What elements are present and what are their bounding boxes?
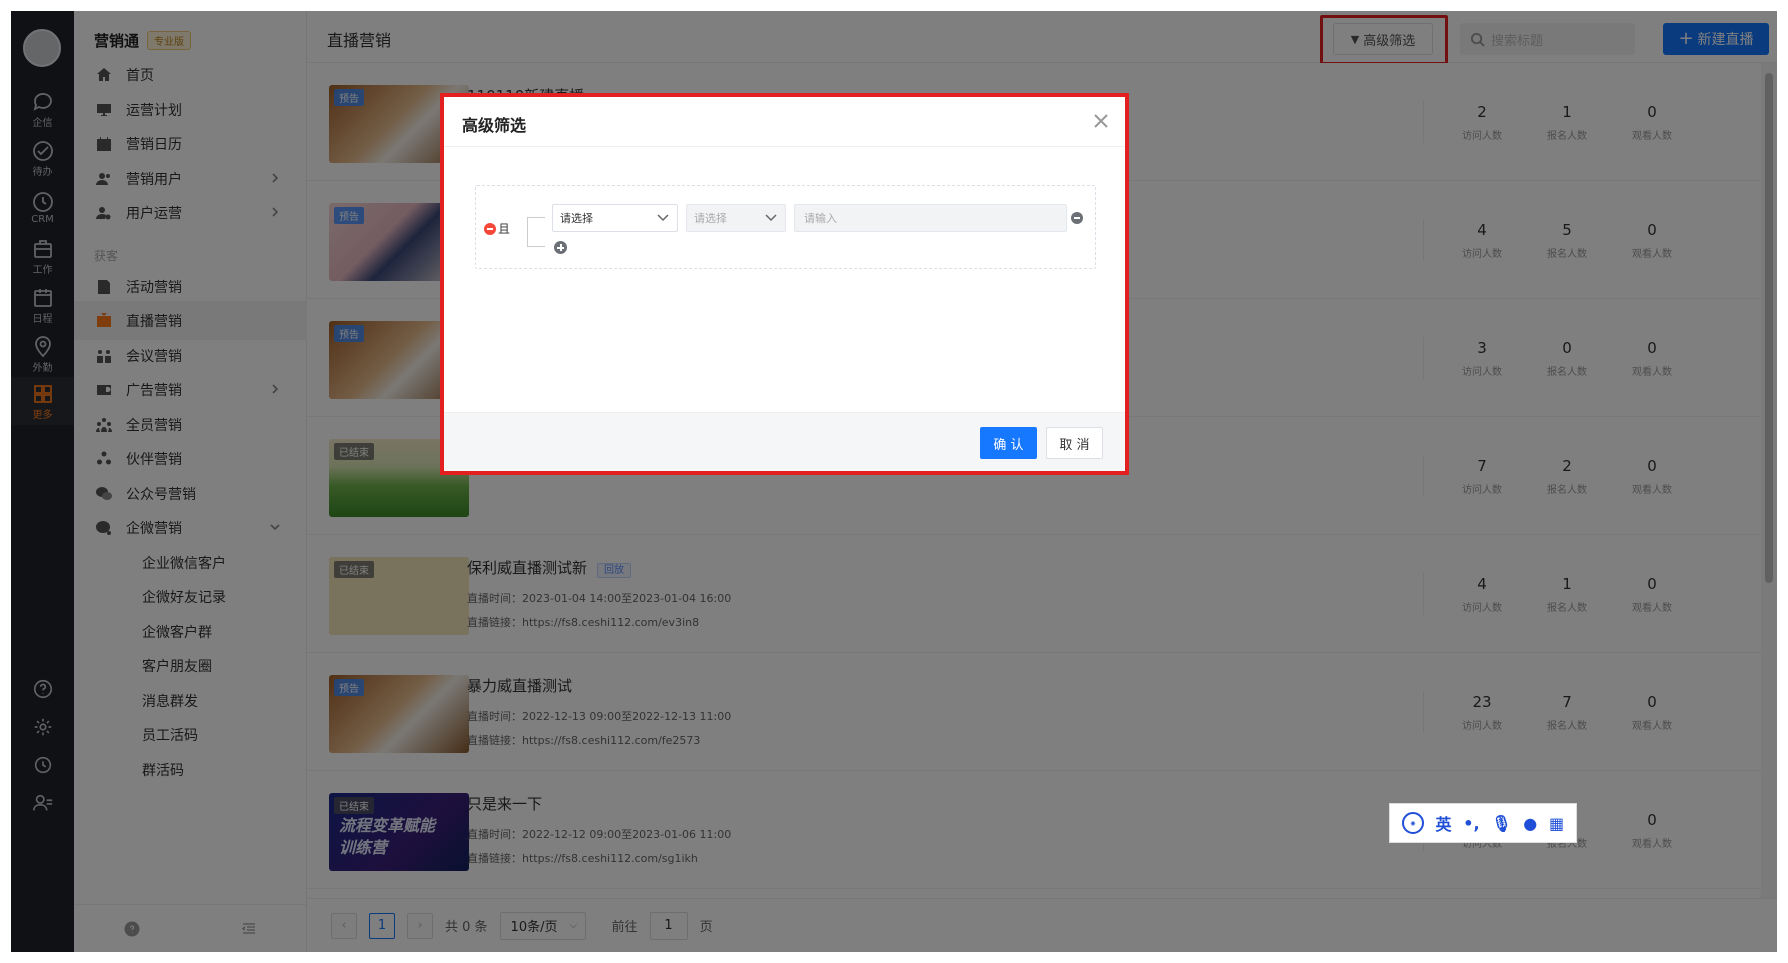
operator-select-value: 请选择	[694, 212, 727, 225]
dialog-header: 高级筛选	[444, 97, 1125, 147]
value-input-placeholder: 请输入	[804, 212, 837, 225]
operator-select[interactable]: 请选择	[686, 204, 786, 232]
punctuation-icon[interactable]: •,	[1463, 814, 1479, 833]
chevron-down-icon	[765, 213, 777, 223]
close-icon	[1094, 114, 1108, 128]
dialog-title: 高级筛选	[462, 116, 527, 135]
cancel-button[interactable]: 取 消	[1046, 427, 1103, 459]
add-condition-icon[interactable]	[554, 241, 567, 254]
chevron-down-icon	[657, 213, 669, 223]
confirm-button[interactable]: 确 认	[980, 427, 1037, 459]
app-frame: 企信 待办 CRM 工作 日程 外勤 更多	[11, 11, 1777, 952]
microphone-icon[interactable]: 🎙	[1491, 814, 1511, 833]
dialog-footer: 确 认 取 消	[444, 412, 1125, 471]
remove-condition-icon[interactable]	[1071, 212, 1083, 224]
field-select[interactable]: 请选择	[552, 204, 678, 232]
window-top-strip	[0, 0, 1788, 11]
value-input[interactable]: 请输入	[794, 204, 1067, 232]
field-select-value: 请选择	[560, 212, 593, 225]
remove-group-icon[interactable]	[484, 222, 496, 235]
condition-bracket	[527, 217, 545, 247]
logic-and-toggle[interactable]: 且	[484, 220, 510, 237]
advanced-filter-dialog: 高级筛选 且 请选择 请选择 请输入 确 认 取 消	[444, 97, 1125, 471]
condition-group: 且 请选择 请选择 请输入	[475, 185, 1096, 269]
apps-grid-icon[interactable]: ▦	[1549, 814, 1564, 833]
ime-toolbar: ◉ 英 •, 🎙 ● ▦	[1389, 803, 1577, 843]
ime-language-toggle[interactable]: 英	[1436, 811, 1452, 835]
close-button[interactable]	[1091, 111, 1111, 131]
ifly-logo-icon[interactable]: ◉	[1401, 812, 1424, 834]
logic-label: 且	[498, 222, 511, 236]
user-icon[interactable]: ●	[1523, 814, 1537, 833]
